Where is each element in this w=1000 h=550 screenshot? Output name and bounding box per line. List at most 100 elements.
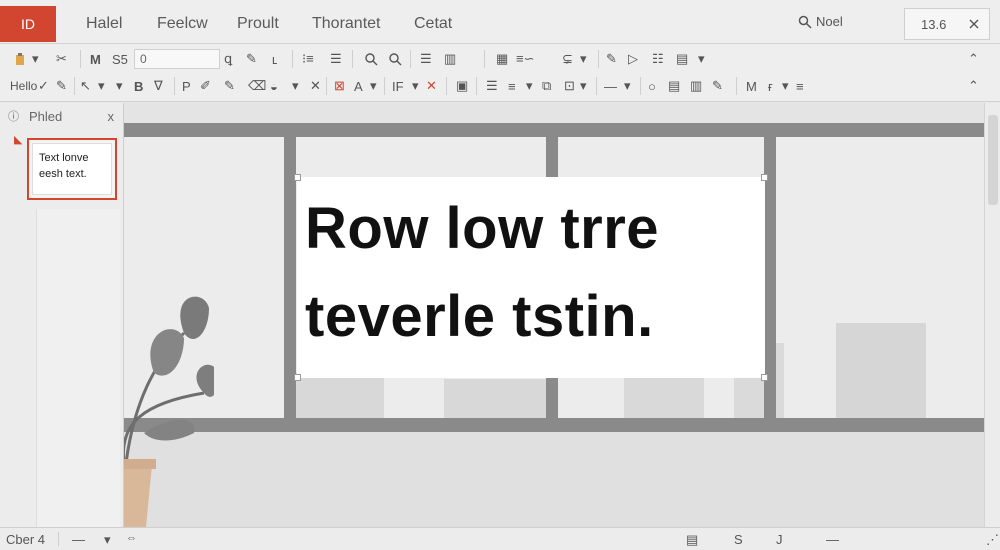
cursor-icon[interactable]: ↖ <box>80 76 91 96</box>
notes-icon[interactable]: ▤ <box>668 76 680 96</box>
resize-handle-bottom-right[interactable] <box>761 374 768 381</box>
align-center-icon[interactable]: ☰ <box>486 76 498 96</box>
delete-x-icon[interactable]: ✕ <box>310 76 321 96</box>
line-icon[interactable]: — <box>604 76 617 96</box>
resize-handle-top-right[interactable] <box>761 174 768 181</box>
chevron-down-icon[interactable]: ▾ <box>526 76 533 96</box>
slide-sorter-button[interactable]: S <box>734 532 743 547</box>
info-icon[interactable]: ⓘ <box>8 108 19 124</box>
ribbon-toolbar: ▾ ✂ M S5 0 ꝗ ✎ ʟ ⁝≡ ☰ ☰ ▥ ▦ ≡∽ ⊊ ▾ ✎ ▷ ☷… <box>0 44 1000 102</box>
align-left-icon[interactable]: ☰ <box>420 49 432 69</box>
fill-icon[interactable]: ◒ <box>270 76 278 96</box>
chevron-down-icon[interactable]: ▾ <box>292 76 299 96</box>
crop-icon[interactable]: ⊡ <box>564 76 575 96</box>
thumbnail-line-2: eesh text. <box>39 168 87 180</box>
text-direction-icon[interactable]: ≡∽ <box>516 49 534 69</box>
arrange-icon[interactable]: ☷ <box>652 49 664 69</box>
clear-format-icon[interactable]: ʟ <box>272 49 277 69</box>
resize-handle-bottom-left[interactable] <box>294 374 301 381</box>
chevron-down-icon[interactable]: ▾ <box>104 532 111 548</box>
chevron-down-icon[interactable]: ▾ <box>98 76 105 96</box>
font-color-icon[interactable]: ꝗ <box>224 49 232 69</box>
chevron-down-icon[interactable]: ▾ <box>698 49 705 69</box>
slide-title-line-2[interactable]: teverle tstin. <box>305 283 654 350</box>
chevron-down-icon[interactable]: ▾ <box>412 76 419 96</box>
ribbon-row-2: Hello ✓ ✎ ↖ ▾ ▾ B ∇ P ✐ ✎ ⌫ ◒ ▾ ✕ ⊠ A ▾ … <box>0 73 1000 99</box>
zoom-out-icon[interactable]: — <box>826 532 839 547</box>
divider <box>174 77 175 95</box>
vertical-scrollbar[interactable] <box>984 103 1000 527</box>
search-box[interactable]: Noel <box>798 14 843 29</box>
bullets-icon[interactable]: ⁝≡ <box>302 49 314 69</box>
tab-review[interactable]: Cetat <box>414 15 452 33</box>
eraser-icon[interactable]: ⌫ <box>248 76 266 96</box>
font-size-input[interactable]: 0 <box>134 49 220 69</box>
style-button[interactable]: S5 <box>112 49 128 69</box>
brush-icon[interactable]: ✐ <box>200 76 211 96</box>
slide-title-textbox[interactable]: Row low trre teverle tstin. <box>294 174 768 381</box>
handout-icon[interactable]: ▥ <box>690 76 702 96</box>
collapse-ribbon-icon[interactable]: ⌃ <box>968 49 979 69</box>
slide-thumbnail-1[interactable]: Text lonve eesh text. <box>27 138 117 200</box>
normal-view-icon[interactable]: ▤ <box>686 532 698 548</box>
paste-icon[interactable] <box>14 49 28 69</box>
tab-design[interactable]: Proult <box>237 15 279 33</box>
draw-icon[interactable]: ✎ <box>712 76 723 96</box>
circle-icon[interactable]: ○ <box>648 76 656 96</box>
if-button[interactable]: IF <box>392 76 404 96</box>
play-icon[interactable]: ▷ <box>628 49 638 69</box>
layout-icon[interactable]: ▣ <box>456 76 468 96</box>
pen-icon[interactable]: ✎ <box>606 49 617 69</box>
resize-handle-top-left[interactable] <box>294 174 301 181</box>
close-icon[interactable] <box>969 19 979 29</box>
function-icon[interactable]: ғ <box>768 76 773 96</box>
bold-m-button[interactable]: M <box>90 49 101 69</box>
insert-image-icon[interactable]: ⊠ <box>334 76 345 96</box>
cut-icon[interactable]: ✂ <box>56 49 67 69</box>
plant-illustration <box>124 296 214 527</box>
tab-insert[interactable]: Feelcw <box>157 15 208 33</box>
justify-icon[interactable]: ≡ <box>508 76 516 96</box>
chevron-down-icon[interactable]: ▾ <box>782 76 789 96</box>
strikethrough-icon[interactable]: ∇ <box>154 76 163 96</box>
zoom-dropdown[interactable]: 13.6 <box>904 8 990 40</box>
scrollbar-thumb[interactable] <box>988 115 998 205</box>
slide-title-line-1[interactable]: Row low trre <box>305 195 659 262</box>
check-icon[interactable]: ✓ <box>38 76 49 96</box>
divider <box>80 50 81 68</box>
find-icon[interactable] <box>364 49 378 69</box>
tab-home[interactable]: Halel <box>86 15 122 33</box>
highlight-icon[interactable]: ✎ <box>246 49 257 69</box>
bold-button[interactable]: B <box>134 76 143 96</box>
chevron-down-icon[interactable]: ▾ <box>624 76 631 96</box>
tab-transitions[interactable]: Thorantet <box>312 15 380 33</box>
pane-header: ⓘ Phled x <box>0 103 124 129</box>
shapes-icon[interactable]: ⊊ <box>562 49 573 69</box>
remove-icon[interactable]: ✕ <box>426 76 437 96</box>
fit-slide-icon[interactable]: ⇔ <box>126 532 137 544</box>
menu-lines-icon[interactable]: ≡ <box>796 76 804 96</box>
styles-button[interactable]: Hello <box>10 76 37 96</box>
chevron-down-icon[interactable]: ▾ <box>580 76 587 96</box>
chevron-down-icon[interactable]: ▾ <box>370 76 377 96</box>
text-effects-icon[interactable]: A <box>354 76 363 96</box>
notes-toggle-icon[interactable]: — <box>72 532 85 547</box>
chevron-up-icon[interactable]: ⌃ <box>968 76 979 96</box>
chevron-down-icon[interactable]: ▾ <box>580 49 587 69</box>
numbering-icon[interactable]: ☰ <box>330 49 342 69</box>
pencil-icon[interactable]: ✎ <box>224 76 235 96</box>
app-menu-button[interactable]: ID <box>0 6 56 42</box>
chevron-down-icon[interactable]: ▾ <box>116 76 123 96</box>
reading-view-button[interactable]: J <box>776 532 783 547</box>
replace-icon[interactable] <box>388 49 402 69</box>
columns-icon[interactable]: ▥ <box>444 49 456 69</box>
copy-icon[interactable]: ⧉ <box>542 76 551 96</box>
table-icon[interactable]: ▦ <box>496 49 508 69</box>
chevron-down-icon[interactable]: ▾ <box>32 49 39 69</box>
pane-close-button[interactable]: x <box>108 109 115 124</box>
macro-button[interactable]: M <box>746 76 757 96</box>
format-painter-icon[interactable]: ✎ <box>56 76 67 96</box>
picture-icon[interactable]: ▤ <box>676 49 688 69</box>
paragraph-button[interactable]: P <box>182 76 191 96</box>
slide-canvas[interactable]: Row low trre teverle tstin. <box>124 103 984 527</box>
